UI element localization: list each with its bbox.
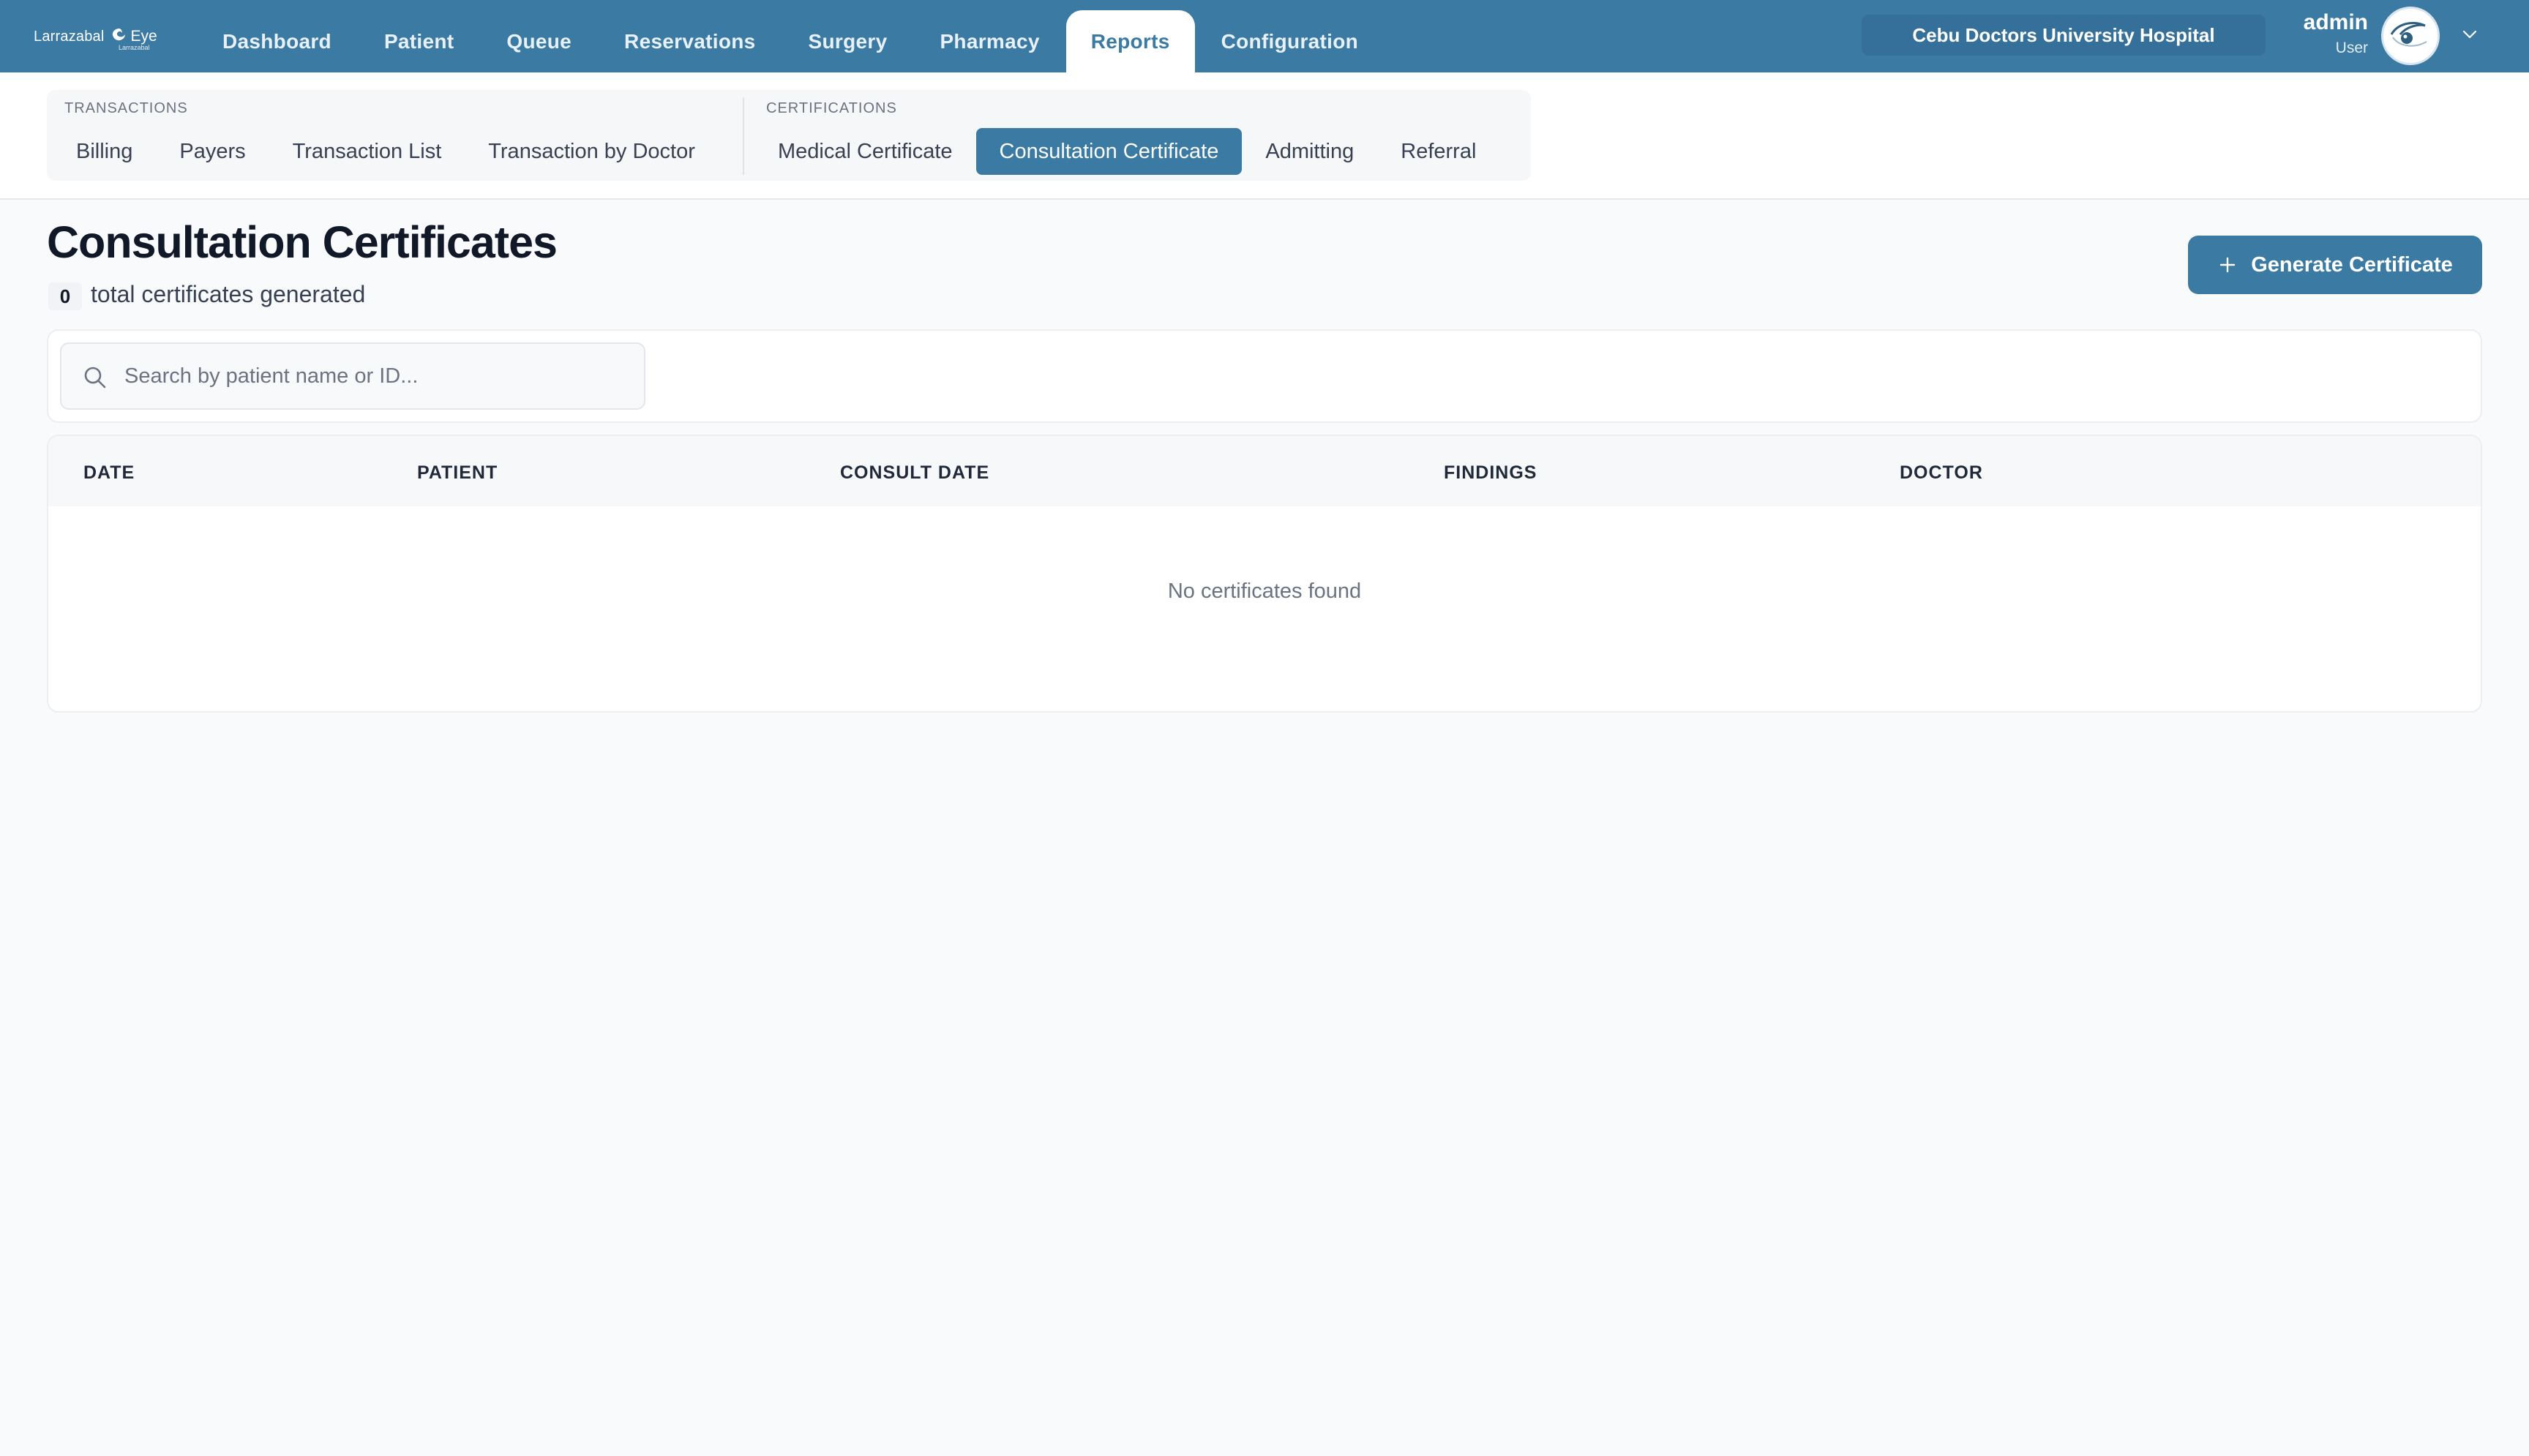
nav-item-configuration[interactable]: Configuration [1195, 10, 1385, 72]
eye-avatar-icon [2390, 22, 2427, 47]
certificate-count-label: total certificates generated [91, 281, 366, 307]
search-card [47, 329, 2482, 423]
subnav-billing[interactable]: Billing [53, 128, 156, 175]
nav-item-pharmacy[interactable]: Pharmacy [913, 10, 1065, 72]
brand-name: Larrazabal [34, 28, 105, 45]
certifications-group-title: CERTIFICATIONS [766, 100, 897, 116]
subnav-referral[interactable]: Referral [1377, 128, 1499, 175]
search-icon [84, 367, 106, 389]
certifications-group: CERTIFICATIONS Medical Certificate Consu… [744, 90, 1531, 181]
empty-state-message: No certificates found [1167, 579, 1362, 603]
column-header-findings[interactable]: FINDINGS [1444, 462, 1537, 484]
brand-logo[interactable]: Larrazabal Eye Larrazabal [34, 19, 157, 54]
transactions-group-title: TRANSACTIONS [64, 100, 188, 116]
nav-item-dashboard[interactable]: Dashboard [196, 10, 358, 72]
subnav-medical-certificate[interactable]: Medical Certificate [754, 128, 976, 175]
plus-icon [2219, 257, 2236, 273]
user-info[interactable]: admin User [2298, 9, 2368, 61]
reports-subnav-bar: TRANSACTIONS Billing Payers Transaction … [0, 72, 2529, 200]
column-header-date[interactable]: DATE [83, 462, 135, 484]
certificates-table: DATE PATIENT CONSULT DATE FINDINGS DOCTO… [47, 435, 2482, 713]
subnav-admitting[interactable]: Admitting [1242, 128, 1377, 175]
column-header-doctor[interactable]: DOCTOR [1900, 462, 1983, 484]
top-navigation-bar: Larrazabal Eye Larrazabal Dashboard Pati… [0, 0, 2529, 72]
generate-certificate-button[interactable]: Generate Certificate [2188, 236, 2482, 294]
certificate-count-badge: 0 [48, 282, 82, 310]
page-title: Consultation Certificates [47, 217, 558, 267]
search-input[interactable] [124, 344, 637, 408]
user-role: User [2335, 40, 2368, 56]
table-header: DATE PATIENT CONSULT DATE FINDINGS DOCTO… [48, 436, 2481, 506]
column-header-consult-date[interactable]: CONSULT DATE [840, 462, 989, 484]
nav-item-queue[interactable]: Queue [480, 10, 598, 72]
hospital-selector[interactable]: Cebu Doctors University Hospital [1862, 15, 2266, 56]
transactions-group: TRANSACTIONS Billing Payers Transaction … [47, 90, 742, 181]
subnav-payers[interactable]: Payers [156, 128, 269, 175]
brand-subtext: Larrazabal [119, 44, 150, 51]
main-nav: Dashboard Patient Queue Reservations Sur… [196, 10, 1385, 72]
reports-subnav: TRANSACTIONS Billing Payers Transaction … [47, 90, 1531, 181]
search-field[interactable] [60, 342, 645, 410]
column-header-patient[interactable]: PATIENT [417, 462, 498, 484]
generate-certificate-label: Generate Certificate [2251, 252, 2453, 277]
subnav-transaction-list[interactable]: Transaction List [269, 128, 465, 175]
nav-item-surgery[interactable]: Surgery [782, 10, 914, 72]
nav-item-reservations[interactable]: Reservations [598, 10, 782, 72]
avatar[interactable] [2381, 7, 2440, 65]
user-name: admin [2303, 10, 2368, 34]
nav-item-reports[interactable]: Reports [1065, 10, 1195, 72]
nav-item-patient[interactable]: Patient [358, 10, 480, 72]
brand-eye-text: Eye [130, 28, 157, 45]
chevron-down-icon[interactable] [2460, 25, 2479, 44]
subnav-transaction-by-doctor[interactable]: Transaction by Doctor [465, 128, 719, 175]
subnav-consultation-certificate[interactable]: Consultation Certificate [975, 128, 1243, 175]
